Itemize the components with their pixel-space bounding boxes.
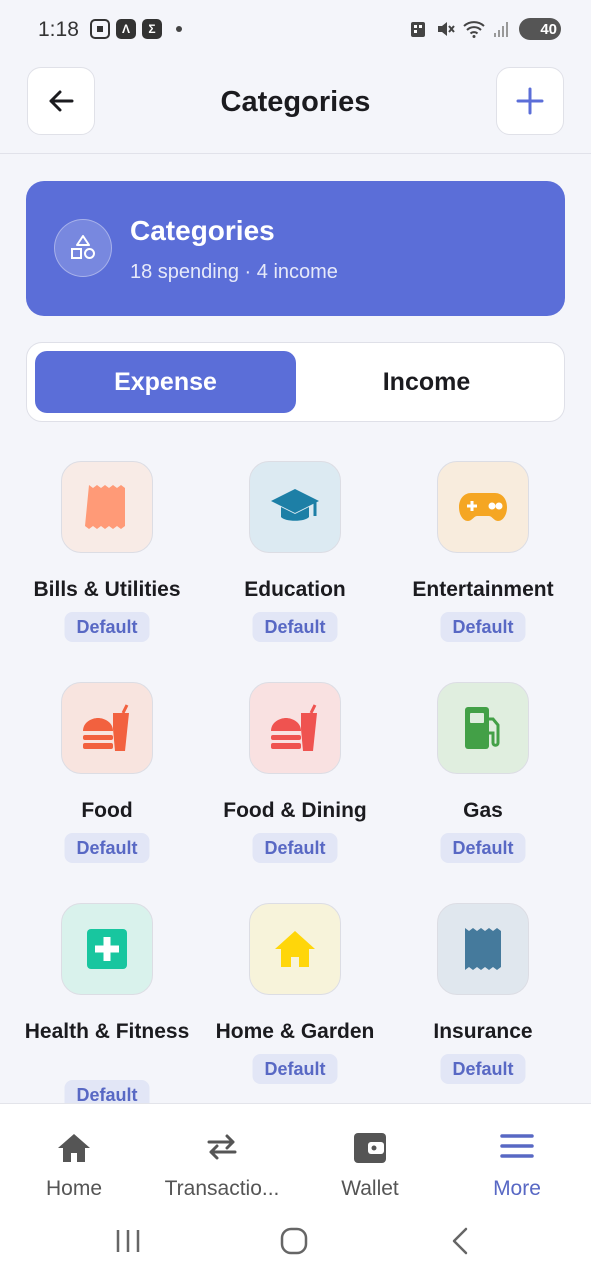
shapes-icon (54, 219, 112, 277)
plus-icon (516, 87, 544, 115)
wallet-icon (354, 1133, 386, 1163)
income-tab[interactable]: Income (296, 351, 557, 413)
add-category-button[interactable] (496, 67, 564, 135)
summary-card: Categories 18 spending · 4 income (26, 181, 565, 316)
default-badge: Default (64, 1080, 150, 1103)
category-gas[interactable]: Gas Default (389, 661, 577, 881)
category-name: Entertainment (412, 578, 554, 601)
more-notifications-dot (176, 26, 182, 32)
default-badge: Default (252, 1054, 338, 1084)
category-tile (249, 461, 341, 553)
battery-indicator: 40 (519, 18, 561, 40)
category-bills-utilities[interactable]: Bills & Utilities Default (13, 440, 201, 660)
nav-label: Transactio... (164, 1177, 280, 1200)
mute-icon (438, 22, 455, 36)
category-food-dining[interactable]: Food & Dining Default (201, 661, 389, 881)
category-tile (249, 682, 341, 774)
category-tile (249, 903, 341, 995)
fastfood-icon (83, 704, 129, 751)
battery-level: 40 (540, 20, 557, 38)
default-badge: Default (440, 833, 526, 863)
receipt-icon (85, 485, 125, 529)
house-icon (275, 931, 315, 967)
summary-subtitle: 18 spending · 4 income (130, 261, 338, 283)
menu-icon (500, 1134, 534, 1158)
category-name: Food (81, 799, 133, 822)
category-tile (61, 903, 153, 995)
back-nav-icon[interactable] (448, 1226, 472, 1256)
type-toggle: Expense Income (26, 342, 565, 422)
signal-icon (494, 22, 508, 37)
gamepad-icon (459, 493, 507, 521)
nav-wallet[interactable]: Wallet (296, 1104, 444, 1209)
category-tile (61, 682, 153, 774)
category-education[interactable]: Education Default (201, 440, 389, 660)
category-tile (437, 903, 529, 995)
expense-tab[interactable]: Expense (35, 351, 296, 413)
graduation-cap-icon (271, 489, 319, 521)
system-navigation (0, 1208, 591, 1280)
app-header: Categories (0, 60, 591, 154)
status-bar: 1:18 Λ Σ 40 (0, 0, 591, 60)
default-badge: Default (64, 612, 150, 642)
bottom-navigation: Home Transactio... Wallet More (0, 1103, 591, 1208)
gas-pump-icon (465, 707, 500, 749)
category-entertainment[interactable]: Entertainment Default (389, 440, 577, 660)
a-icon: Λ (116, 19, 136, 39)
category-tile (61, 461, 153, 553)
nav-home[interactable]: Home (0, 1104, 148, 1209)
sigma-icon: Σ (142, 19, 162, 39)
status-notification-icons: Λ Σ (88, 19, 182, 39)
default-badge: Default (440, 612, 526, 642)
summary-title: Categories (130, 215, 275, 246)
nav-label: Home (45, 1177, 103, 1200)
default-badge: Default (252, 612, 338, 642)
nav-transactions[interactable]: Transactio... (148, 1104, 296, 1209)
nav-label: More (493, 1177, 541, 1200)
screenshot-icon (90, 19, 110, 39)
wifi-icon (463, 21, 485, 38)
category-name: Education (244, 578, 346, 601)
swap-arrows-icon (207, 1134, 237, 1160)
category-health-fitness[interactable]: Health & Fitness Default (13, 882, 201, 1103)
lock-icon (411, 22, 425, 37)
category-insurance[interactable]: Insurance Default (389, 882, 577, 1103)
default-badge: Default (64, 833, 150, 863)
home-icon (58, 1134, 90, 1162)
medical-cross-icon (87, 929, 127, 969)
category-name: Health & Fitness (24, 1020, 190, 1043)
status-time: 1:18 (38, 18, 79, 41)
category-name: Insurance (433, 1020, 533, 1043)
category-grid: Bills & Utilities Default Education Defa… (0, 440, 591, 1103)
category-name: Gas (463, 799, 503, 822)
status-system-icons: 40 (409, 18, 561, 40)
default-badge: Default (440, 1054, 526, 1084)
category-home-garden[interactable]: Home & Garden Default (201, 882, 389, 1103)
category-tile (437, 461, 529, 553)
category-name: Bills & Utilities (33, 578, 181, 601)
fastfood-icon (271, 704, 317, 751)
category-name: Home & Garden (215, 1020, 375, 1043)
receipt-icon (465, 928, 501, 970)
home-circle-icon[interactable] (279, 1226, 309, 1256)
category-food[interactable]: Food Default (13, 661, 201, 881)
category-name: Food & Dining (223, 799, 367, 822)
category-tile (437, 682, 529, 774)
nav-label: Wallet (341, 1177, 399, 1200)
nav-more[interactable]: More (443, 1104, 591, 1209)
recent-apps-icon[interactable] (114, 1226, 142, 1256)
default-badge: Default (252, 833, 338, 863)
